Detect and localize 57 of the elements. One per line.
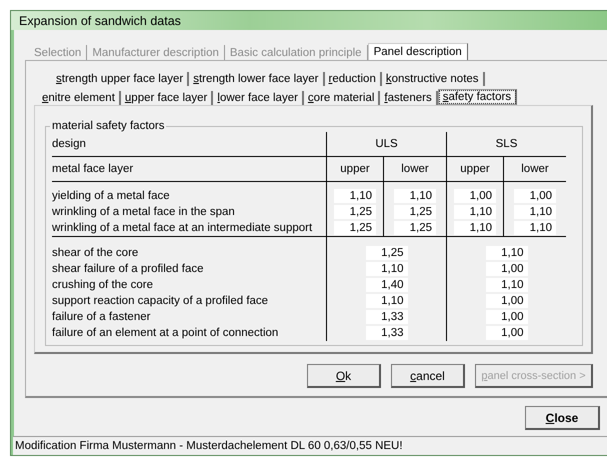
row-label: wrinkling of a metal face at an intermediate support (52, 222, 312, 234)
value-field[interactable]: 1,10 (514, 205, 556, 219)
value-field[interactable]: 1,10 (486, 278, 528, 292)
value-field[interactable]: 1,10 (514, 221, 556, 235)
value-field[interactable]: 1,10 (454, 205, 496, 219)
tab[interactable]: core material (304, 91, 380, 105)
table-header: metal face layer (52, 163, 134, 175)
tab[interactable]: strength lower face layer (189, 72, 325, 86)
table-header: ULS (375, 138, 398, 150)
status-bar: Modification Firma Mustermann - Musterdachelement DL 60 0,63/0,55 NEU! (13, 436, 607, 455)
value-field[interactable]: 1,33 (366, 326, 408, 340)
row-label: failure of a fastener (52, 311, 150, 323)
row-label: shear of the core (52, 247, 138, 259)
table-header: design (52, 138, 86, 150)
column-header: upper (460, 163, 490, 175)
row-label: yielding of a metal face (52, 190, 170, 202)
value-field[interactable]: 1,40 (366, 278, 408, 292)
value-field[interactable]: 1,00 (486, 310, 528, 324)
value-field[interactable]: 1,10 (366, 294, 408, 308)
value-field[interactable]: 1,10 (454, 221, 496, 235)
value-field[interactable]: 1,33 (366, 310, 408, 324)
group-title: material safety factors (52, 120, 164, 132)
value-field[interactable]: 1,00 (514, 189, 556, 203)
value-field[interactable]: 1,00 (486, 326, 528, 340)
value-field[interactable]: 1,25 (334, 221, 376, 235)
window-title: Expansion of sandwich datas (19, 14, 181, 28)
value-field[interactable]: 1,00 (454, 189, 496, 203)
value-field[interactable]: 1,10 (334, 189, 376, 203)
value-field[interactable]: 1,25 (366, 246, 408, 260)
tab[interactable]: safety factors (438, 89, 518, 105)
row-label: wrinkling of a metal face in the span (52, 206, 235, 218)
ok-button[interactable]: Ok (307, 364, 381, 388)
tab[interactable]: Panel description (368, 43, 468, 61)
row-label: crushing of the core (52, 279, 154, 291)
close-button[interactable]: Close (525, 406, 600, 430)
value-field[interactable]: 1,10 (486, 246, 528, 260)
value-field[interactable]: 1,25 (394, 221, 436, 235)
value-field[interactable]: 1,25 (334, 205, 376, 219)
tab[interactable]: upper face layer (120, 91, 214, 105)
tab[interactable]: lower face layer (213, 91, 304, 105)
column-header: lower (521, 163, 549, 175)
row-label: support reaction capacity of a profiled face (52, 295, 268, 307)
value-field[interactable]: 1,10 (366, 262, 408, 276)
column-header: lower (401, 163, 429, 175)
row-label: shear failure of a profiled face (52, 263, 204, 275)
tab[interactable]: enitre element (38, 91, 121, 105)
row-label: failure of an element at a point of connection (52, 327, 278, 339)
table-header: SLS (496, 138, 518, 150)
cancel-button[interactable]: cancel (391, 364, 465, 388)
tab[interactable]: reduction (324, 72, 382, 86)
tab[interactable]: strength upper face layer (52, 72, 190, 86)
value-field[interactable]: 1,25 (394, 205, 436, 219)
value-field[interactable]: 1,10 (394, 189, 436, 203)
tab[interactable]: konstructive notes (382, 72, 485, 86)
column-header: upper (340, 163, 370, 175)
value-field[interactable]: 1,00 (486, 262, 528, 276)
value-field[interactable]: 1,00 (486, 294, 528, 308)
